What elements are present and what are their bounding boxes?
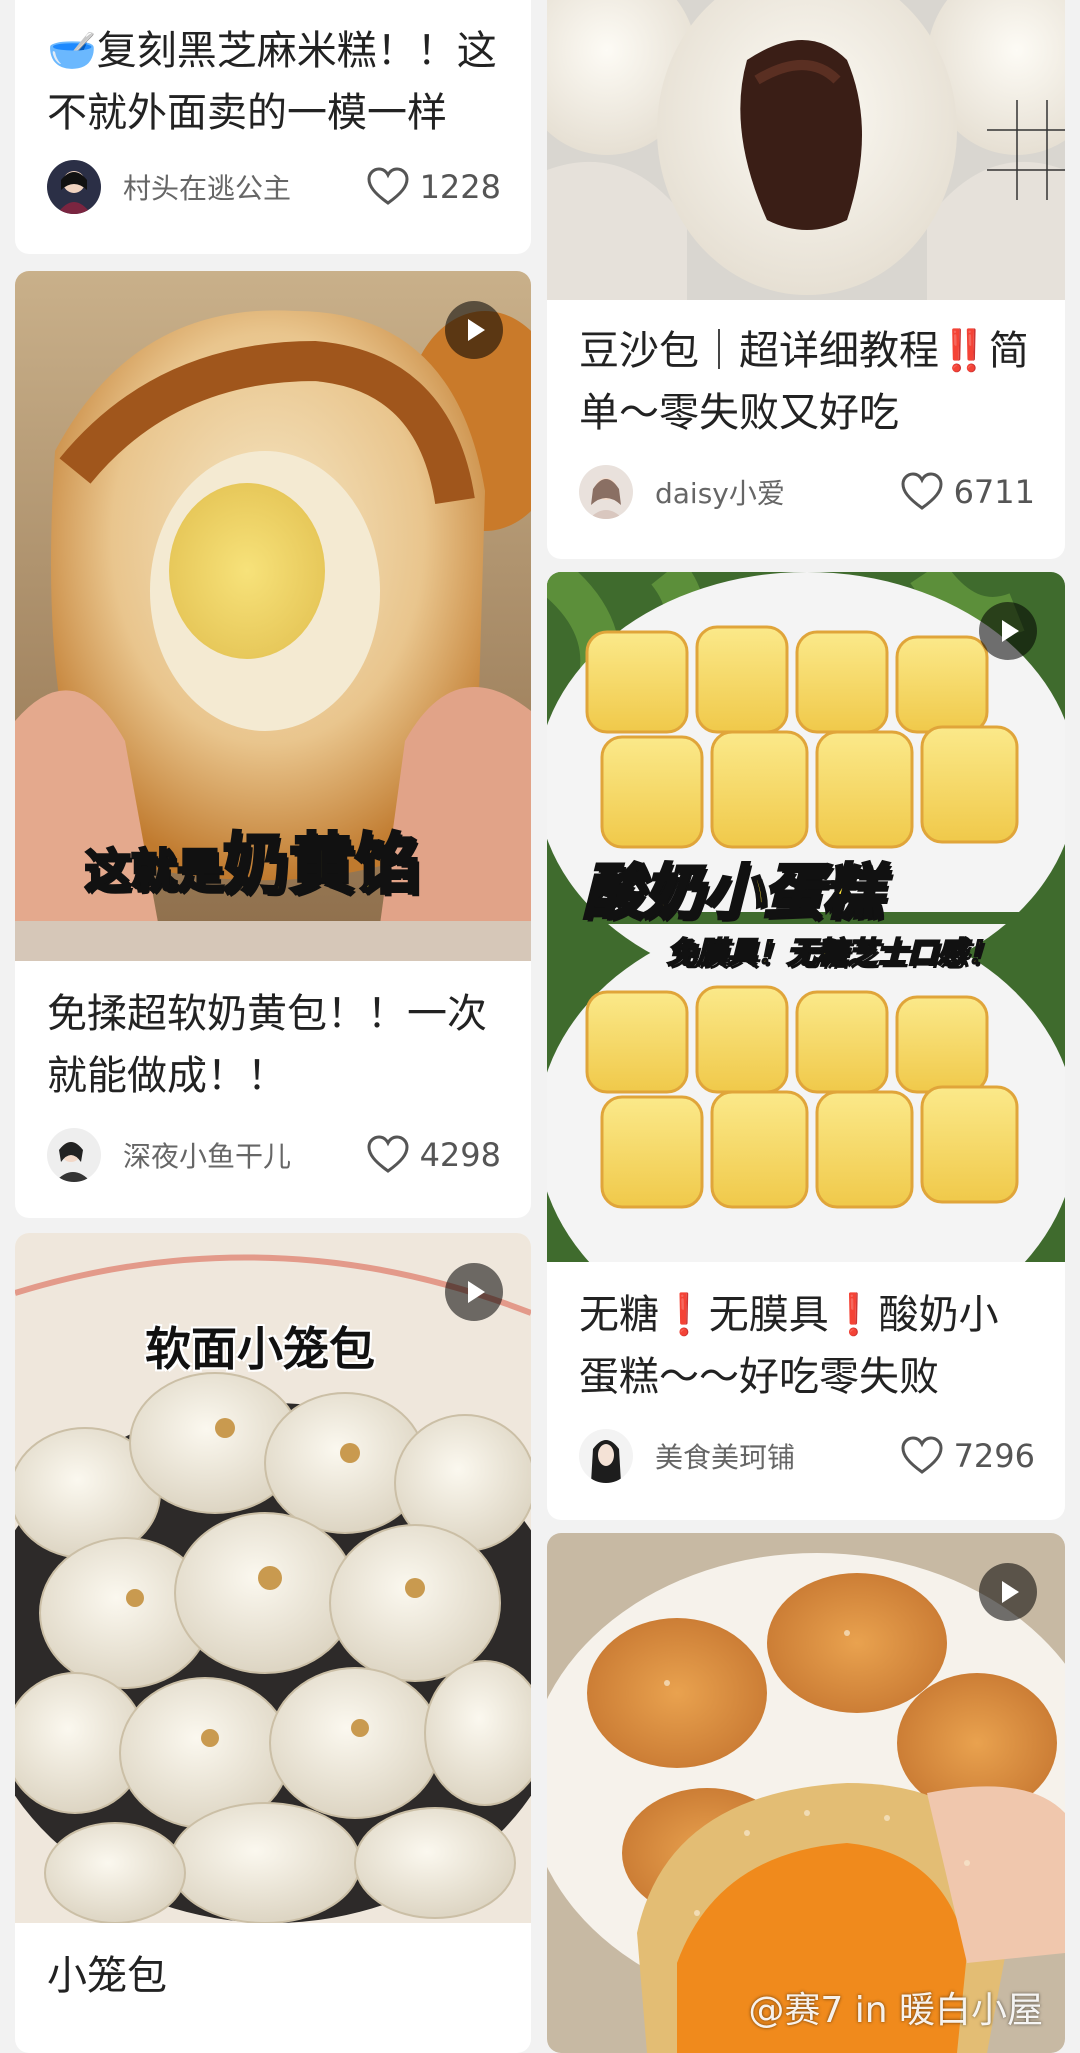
cover-caption: 酸奶小蛋糕 [582,857,885,930]
play-icon [1002,1581,1019,1603]
avatar[interactable] [579,465,633,519]
avatar[interactable] [579,1429,633,1483]
like-count: 7296 [953,1437,1035,1475]
play-icon [468,1281,485,1303]
author-name: 深夜小鱼干儿 [123,1140,292,1173]
avatar[interactable] [47,160,101,214]
video-indicator [445,301,503,359]
feed-card-left-1[interactable]: 🥣复刻黑芝麻米糕！！这不就外面卖的一模一样 村头在逃公主 1228 [15,0,531,254]
video-indicator [979,1563,1037,1621]
cover-caption: 这就是奶黄馅 [84,825,423,905]
like-count: 4298 [419,1136,501,1174]
card-cover-image[interactable]: 酸奶小蛋糕 免膜具！无糖芝士口感！ [547,572,1065,1262]
author-name: 村头在逃公主 [123,172,292,205]
card-title: 免揉超软奶黄包！！一次就能做成！！ [47,991,487,1099]
author-name: daisy小爱 [655,477,785,510]
avatar[interactable] [47,1128,101,1182]
card-title: 无糖❗无膜具❗酸奶小蛋糕～～好吃零失败 [579,1292,999,1400]
heart-outline-icon [367,1135,409,1173]
like-button[interactable]: 7296 [900,1436,1035,1476]
card-cover-image[interactable]: 软面小笼包 [15,1233,531,1923]
card-title: 小笼包 [47,1953,167,1999]
like-count: 1228 [419,168,501,206]
feed-card-right-3[interactable]: @赛7 in 暖白小屋 [547,1533,1065,2053]
card-title: 豆沙包｜超详细教程‼️简单～零失败又好吃 [579,328,1029,436]
feed-card-right-2[interactable]: 酸奶小蛋糕 免膜具！无糖芝士口感！ 无糖❗无膜具❗酸奶小蛋糕～～好吃零失败 美食… [547,572,1065,1520]
heart-outline-icon [901,1436,943,1474]
card-cover-image[interactable] [547,0,1065,300]
feed-card-right-1[interactable]: 豆沙包｜超详细教程‼️简单～零失败又好吃 daisy小爱 6711 [547,0,1065,559]
like-button[interactable]: 6711 [900,472,1035,512]
heart-outline-icon [367,167,409,205]
author-name: 美食美珂铺 [655,1441,796,1474]
like-button[interactable]: 4298 [366,1135,501,1175]
watermark: @赛7 in 暖白小屋 [748,1990,1043,2031]
heart-outline-icon [901,472,943,510]
play-icon [1002,620,1019,642]
cover-subcaption: 免膜具！无糖芝士口感！ [666,935,998,972]
feed-card-left-3[interactable]: 软面小笼包 小笼包 [15,1233,531,2053]
like-button[interactable]: 1228 [366,167,501,207]
feed-card-left-2[interactable]: 这就是奶黄馅 免揉超软奶黄包！！一次就能做成！！ 深夜小鱼干儿 4298 [15,271,531,1218]
like-count: 6711 [953,473,1035,511]
video-indicator [445,1263,503,1321]
card-cover-image[interactable]: 这就是奶黄馅 [15,271,531,961]
card-title: 🥣复刻黑芝麻米糕！！这不就外面卖的一模一样 [47,28,497,136]
video-indicator [979,602,1037,660]
play-icon [468,319,485,341]
cover-caption: 软面小笼包 [145,1322,375,1376]
